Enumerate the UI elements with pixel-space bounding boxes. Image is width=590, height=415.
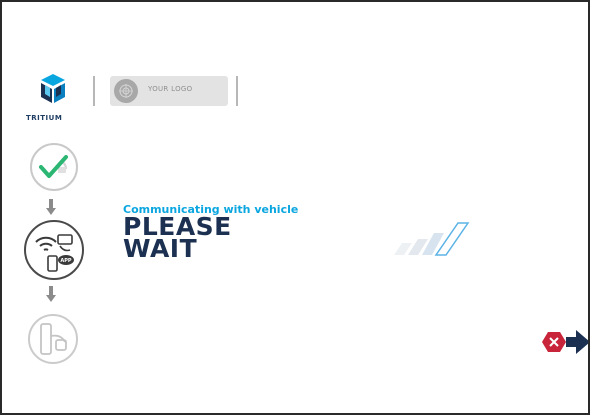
arrow-down-icon (45, 198, 57, 216)
arrow-down-icon (45, 285, 57, 303)
cancel-exit-button[interactable] (540, 328, 588, 362)
rfid-app-icon: APP (35, 234, 74, 272)
headline: PLEASE WAIT (123, 214, 232, 263)
charger-screen: TRITIUM YOUR LOGO APP Communicating with… (0, 0, 590, 415)
step-charging (28, 314, 78, 364)
tritium-logo-icon (41, 74, 65, 103)
divider (93, 76, 95, 106)
cancel-exit-icon (542, 330, 588, 354)
charging-connector-icon (40, 323, 67, 355)
step-plug-in-complete (30, 143, 78, 191)
custom-logo-placeholder: YOUR LOGO (110, 76, 228, 106)
divider (236, 76, 238, 106)
step-authorize: APP (24, 220, 84, 280)
progress-segment-active (434, 222, 470, 256)
svg-text:APP: APP (60, 258, 72, 264)
tritium-logo (28, 70, 78, 114)
brand-name: TRITIUM (26, 114, 63, 122)
headline-line-2: WAIT (123, 234, 198, 263)
progress-indicator (392, 221, 470, 257)
fingerprint-icon (114, 79, 138, 103)
custom-logo-text: YOUR LOGO (148, 85, 193, 93)
check-icon (39, 155, 68, 178)
